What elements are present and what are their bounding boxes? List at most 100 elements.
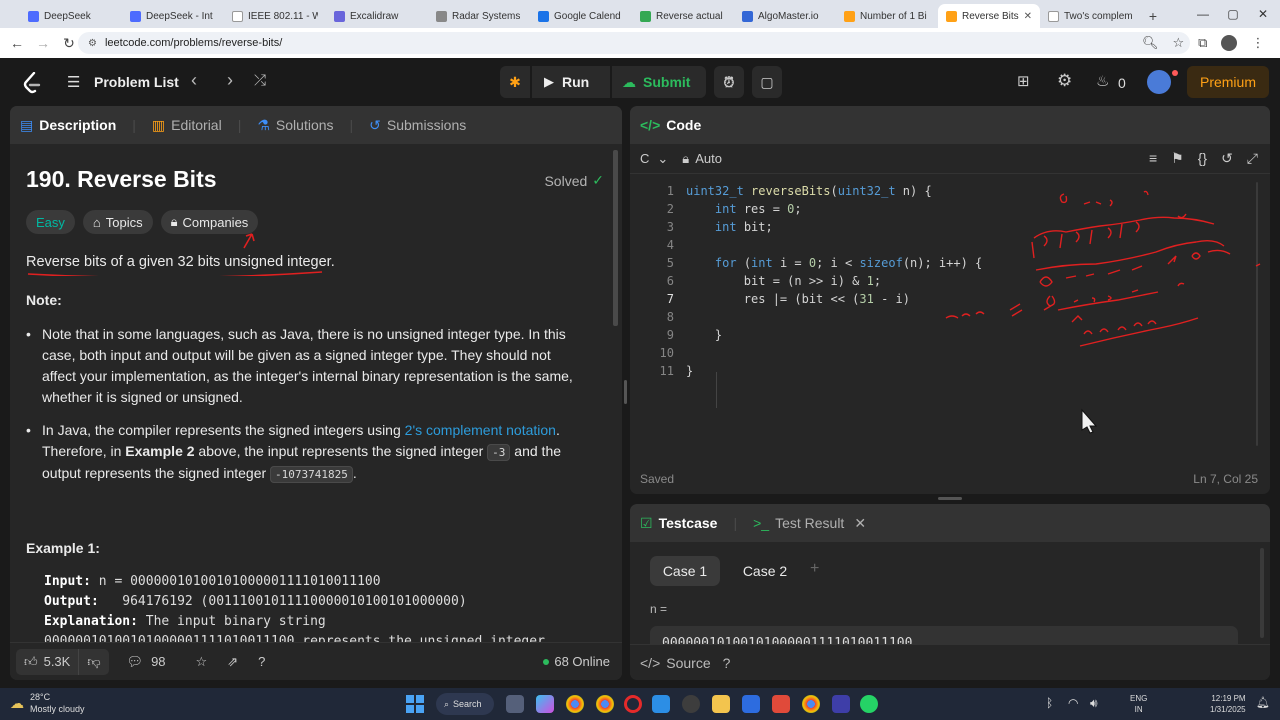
case-2-button[interactable]: Case 2 [730,556,800,586]
list-icon[interactable]: ☰ [67,73,80,91]
testcase-scrollbar[interactable] [1260,548,1264,638]
browser-tab[interactable]: Two's complem [1040,4,1142,28]
browser-tab[interactable]: DeepSeek [20,4,122,28]
browser-tab[interactable]: Reverse Bits - ✕ [938,4,1040,28]
bluetooth-icon[interactable]: ᛒ [1046,696,1053,710]
premium-button[interactable]: Premium [1187,66,1269,98]
notification-bell-icon[interactable]: 🔔︎ [1256,696,1270,709]
fullscreen-icon[interactable]: ⤢ [1247,150,1258,167]
streak-flame-icon[interactable]: ♨ [1096,72,1109,90]
help-icon[interactable]: ? [723,655,731,671]
chrome-icon[interactable] [566,695,584,713]
start-windows-icon[interactable] [406,695,424,713]
browser-tab[interactable]: Google Calend [530,4,632,28]
panel-resize-handle[interactable] [938,497,962,500]
close-window-icon[interactable]: ✕ [1248,7,1278,21]
tab-code[interactable]: </> Code [640,117,701,133]
browser-tab[interactable]: Excalidraw [326,4,428,28]
close-tab-icon[interactable]: ✕ [1024,11,1032,22]
twos-complement-link[interactable]: 2's complement notation [405,422,556,438]
language-indicator[interactable]: ENG IN [1130,693,1147,715]
problem-list-link[interactable]: Problem List [94,74,179,90]
tab-editorial[interactable]: ▥ Editorial [152,117,222,134]
dislike-button[interactable]: 👎︎ [78,648,109,675]
description-scrollbar[interactable] [613,150,618,326]
next-problem-icon[interactable]: › [227,70,233,91]
browser-tab[interactable]: Reverse actual [632,4,734,28]
browser-tab[interactable]: Number of 1 Bi [836,4,938,28]
submit-button[interactable]: ☁ Submit [612,66,706,98]
code-panel: </> Code C ⌄ 🔒︎ Auto ≡ ⚑ {} ↺ ⤢ 1 2 3 4 5 6 7 8 9 10… [630,106,1270,494]
taskbar-search[interactable]: ⌕ Search [436,693,494,715]
debug-button[interactable]: ✱ [500,66,530,98]
teams-icon[interactable] [832,695,850,713]
vscode-icon[interactable] [652,695,670,713]
prev-problem-icon[interactable]: ‹ [191,70,197,91]
forward-icon[interactable]: → [30,35,56,51]
browser-tab[interactable]: DeepSeek - Int [122,4,224,28]
favorite-star-icon[interactable]: ☆ [196,654,208,670]
app-icon[interactable] [682,695,700,713]
close-icon[interactable]: ✕ [854,515,866,532]
file-explorer-icon[interactable] [712,695,730,713]
chrome-alt-icon[interactable] [802,695,820,713]
comments-button[interactable]: 💬︎ 98 [127,654,166,670]
language-select[interactable]: C ⌄ [640,151,668,167]
maximize-icon[interactable]: ▢ [1218,7,1248,21]
url-field[interactable]: ⚙ leetcode.com/problems/reverse-bits/ [78,32,1190,54]
clock[interactable]: 12:19 PM 1/31/2025 [1210,693,1246,715]
site-info-icon[interactable]: ⚙ [88,38,97,49]
weather-widget[interactable]: ☁ 28°C Mostly cloudy [10,691,85,715]
new-tab-button[interactable]: + [1142,4,1164,28]
volume-icon[interactable]: 🔊︎ [1090,696,1098,711]
settings-gear-icon[interactable]: ⚙ [1057,71,1072,91]
leetcode-logo-icon[interactable] [22,72,42,94]
profile-avatar[interactable] [1221,35,1238,51]
like-button[interactable]: 👍︎ 5.3K [16,648,79,675]
minimize-icon[interactable]: — [1188,7,1218,21]
mail-icon[interactable] [772,695,790,713]
browser-tab[interactable]: IEEE 802.11 - W [224,4,326,28]
tab-testcase[interactable]: ☑ Testcase [640,515,717,532]
source-button[interactable]: </> Source [640,655,711,671]
help-icon[interactable]: ? [258,654,265,669]
shuffle-icon[interactable]: ⤮ [254,72,266,89]
zoom-icon[interactable]: 🔍︎ [1142,35,1159,51]
case-1-button[interactable]: Case 1 [650,556,720,586]
bookmark-icon[interactable]: ⚑ [1171,150,1184,167]
tab-submissions[interactable]: ↺ Submissions [369,117,466,134]
notes-button[interactable]: ▢ [752,66,782,98]
format-icon[interactable]: ≡ [1149,150,1157,167]
tab-description[interactable]: ▤ Description [20,117,116,134]
tab-test-result[interactable]: >_ Test Result ✕ [753,515,866,532]
reset-icon[interactable]: ↺ [1221,150,1233,167]
browser-tab[interactable]: AlgoMaster.io [734,4,836,28]
handwritten-annotation [945,190,1261,347]
browser-tab[interactable]: Radar Systems [428,4,530,28]
bookmark-star-icon[interactable]: ☆ [1173,35,1185,51]
back-icon[interactable]: ← [4,35,30,51]
line-number: 8 [666,310,674,324]
opera-icon[interactable] [624,695,642,713]
store-icon[interactable] [742,695,760,713]
task-view-icon[interactable] [506,695,524,713]
auto-mode[interactable]: 🔒︎ Auto [682,151,722,167]
user-avatar[interactable] [1147,70,1171,94]
chrome-profile-icon[interactable] [596,695,614,713]
add-case-icon[interactable]: + [810,560,819,578]
run-button[interactable]: ▶ Run [532,66,610,98]
menu-kebab-icon[interactable]: ⋮ [1251,35,1264,51]
extensions-icon[interactable]: ⧉ [1198,35,1207,51]
layout-icon[interactable]: ⊞ [1017,72,1030,90]
copilot-icon[interactable] [536,695,554,713]
braces-icon[interactable]: {} [1198,150,1207,167]
tab-solutions[interactable]: ⚗ Solutions [257,117,333,134]
description-tabs: ▤ Description | ▥ Editorial | ⚗ Solutions |… [10,106,622,144]
note-icon: ▢ [760,73,774,90]
share-icon[interactable]: ⇗ [227,654,238,670]
whatsapp-icon[interactable] [860,695,878,713]
weather-cloud-icon: ☁ [10,694,24,711]
wifi-icon[interactable]: ◠ [1068,696,1078,710]
vertical-resize-handle[interactable] [624,380,627,404]
timer-button[interactable]: ⏰︎ [714,66,744,98]
